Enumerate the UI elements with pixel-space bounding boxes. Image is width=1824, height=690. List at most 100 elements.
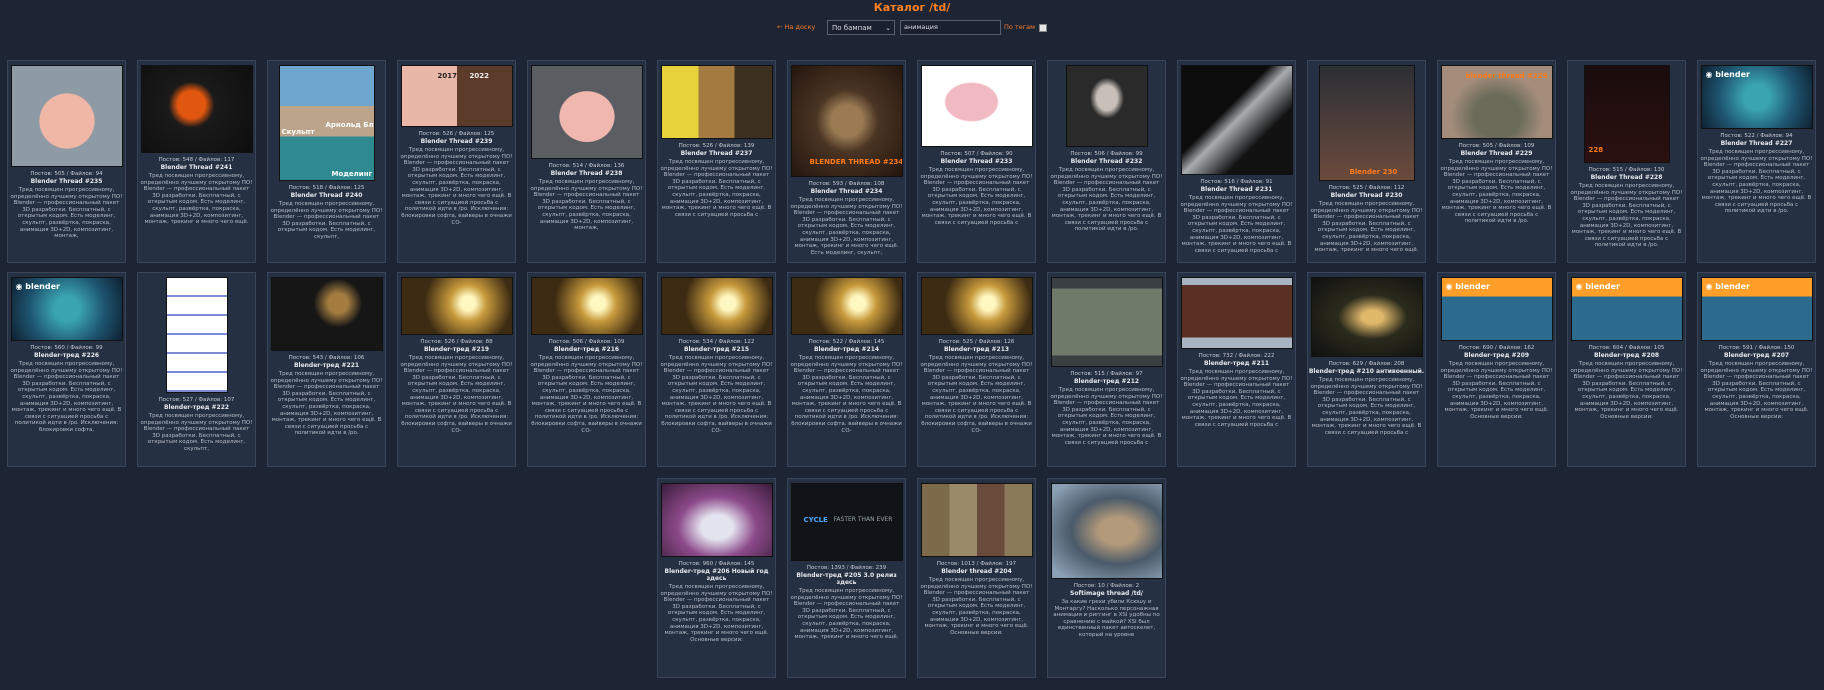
- thread-card[interactable]: Постов: 526 / Файлов: 88 Blender-тред #21…: [397, 272, 516, 467]
- thread-thumbnail[interactable]: [1310, 277, 1423, 357]
- thread-thumbnail[interactable]: [400, 277, 513, 335]
- thread-subject[interactable]: Blender thread #204: [918, 568, 1035, 575]
- thread-thumbnail[interactable]: blender thread #229: [1440, 65, 1553, 139]
- thread-subject[interactable]: Blender Thread #235: [8, 178, 125, 185]
- thread-thumbnail[interactable]: 228: [1583, 65, 1670, 163]
- thread-subject[interactable]: Blender Thread #238: [528, 170, 645, 177]
- thread-card[interactable]: CYCLE FASTER THAN EVER Постов: 1393 / Файл…: [787, 478, 906, 678]
- thread-card[interactable]: Постов: 505 / Файлов: 94 Blender Thread #…: [7, 60, 126, 263]
- thread-thumbnail[interactable]: [920, 277, 1033, 335]
- thread-thumbnail[interactable]: ◉ blender: [1700, 65, 1813, 129]
- thread-subject[interactable]: Blender-тред #210 антивоенный.: [1308, 368, 1425, 375]
- thread-card[interactable]: 228 Постов: 515 / Файлов: 130 Blender Thre…: [1567, 60, 1686, 263]
- thread-card[interactable]: Постов: 522 / Файлов: 145 Blender-тред #2…: [787, 272, 906, 467]
- thread-thumbnail[interactable]: [920, 65, 1033, 147]
- thread-subject[interactable]: Softimage thread /td/: [1048, 590, 1165, 597]
- thread-thumbnail[interactable]: [1050, 483, 1163, 579]
- thread-thumbnail[interactable]: [1065, 65, 1148, 147]
- thread-thumbnail[interactable]: CYCLE FASTER THAN EVER: [790, 483, 903, 561]
- thread-thumbnail[interactable]: ◉ blender: [10, 277, 123, 341]
- thread-subject[interactable]: Blender-тред #226: [8, 352, 125, 359]
- thread-subject[interactable]: Blender Thread #237: [658, 150, 775, 157]
- thread-subject[interactable]: Blender-тред #211: [1178, 360, 1295, 367]
- thread-subject[interactable]: Blender Thread #234: [788, 188, 905, 195]
- thread-subject[interactable]: Blender-тред #207: [1698, 352, 1815, 359]
- thread-thumbnail[interactable]: [790, 277, 903, 335]
- thread-thumbnail[interactable]: [10, 65, 123, 167]
- thread-card[interactable]: Постов: 10 / Файлов: 2 Softimage thread /…: [1047, 478, 1166, 678]
- thread-subject[interactable]: Blender Thread #229: [1438, 150, 1555, 157]
- thread-thumbnail[interactable]: BLENDER THREAD #234: [790, 65, 903, 177]
- thread-card[interactable]: ◉ blender Постов: 522 / Файлов: 94 Blender…: [1697, 60, 1816, 263]
- thread-card[interactable]: Постов: 514 / Файлов: 136 Blender Thread …: [527, 60, 646, 263]
- thread-card[interactable]: Постов: 1013 / Файлов: 197 Blender thread…: [917, 478, 1036, 678]
- thread-card[interactable]: 2017 2022 Постов: 526 / Файлов: 125 Blender…: [397, 60, 516, 263]
- tags-checkbox[interactable]: [1039, 24, 1047, 32]
- thread-thumbnail[interactable]: [1050, 277, 1163, 367]
- thread-thumbnail[interactable]: [530, 277, 643, 335]
- thread-subject[interactable]: Blender Thread #228: [1568, 174, 1685, 181]
- thread-card[interactable]: Скульпт Арнольд Блендер Моделинг Постов: 51…: [267, 60, 386, 263]
- thread-thumbnail[interactable]: [660, 277, 773, 335]
- thread-thumbnail[interactable]: [165, 277, 228, 393]
- thread-card[interactable]: ◉ blender Постов: 690 / Файлов: 162 Blende…: [1437, 272, 1556, 467]
- thread-subject[interactable]: Blender-тред #222: [138, 404, 255, 411]
- thread-card[interactable]: ◉ blender Постов: 604 / Файлов: 105 Blende…: [1567, 272, 1686, 467]
- thread-card[interactable]: Постов: 525 / Файлов: 126 Blender-тред #2…: [917, 272, 1036, 467]
- thread-card[interactable]: Постов: 534 / Файлов: 122 Blender-тред #2…: [657, 272, 776, 467]
- thread-thumbnail[interactable]: Blender 230: [1318, 65, 1415, 181]
- thread-thumbnail[interactable]: Скульпт Арнольд Блендер Моделинг: [278, 65, 375, 181]
- thread-card[interactable]: Постов: 732 / Файлов: 222 Blender-тред #2…: [1177, 272, 1296, 467]
- thread-subject[interactable]: Blender-тред #216: [528, 346, 645, 353]
- search-input[interactable]: анимация: [900, 20, 1001, 35]
- thread-subject[interactable]: Blender Thread #230: [1308, 192, 1425, 199]
- thread-subject[interactable]: Blender Thread #240: [268, 192, 385, 199]
- thread-thumbnail[interactable]: ◉ blender: [1570, 277, 1683, 341]
- thread-card[interactable]: Постов: 960 / Файлов: 145 Blender-тред #2…: [657, 478, 776, 678]
- thread-subject[interactable]: Blender-тред #212: [1048, 378, 1165, 385]
- thread-card[interactable]: Постов: 548 / Файлов: 117 Blender Thread …: [137, 60, 256, 263]
- thread-subject[interactable]: Blender-тред #214: [788, 346, 905, 353]
- thread-card[interactable]: Постов: 526 / Файлов: 139 Blender Thread …: [657, 60, 776, 263]
- thread-thumbnail[interactable]: [1180, 277, 1293, 349]
- thread-subject[interactable]: Blender Thread #239: [398, 138, 515, 145]
- thread-subject[interactable]: Blender-тред #219: [398, 346, 515, 353]
- thread-subject[interactable]: Blender Thread #241: [138, 164, 255, 171]
- sort-select[interactable]: По бампам ⌄: [827, 20, 895, 35]
- thread-subject[interactable]: Blender-тред #221: [268, 362, 385, 369]
- back-to-board-link[interactable]: ← На доску: [777, 23, 815, 31]
- thread-thumbnail[interactable]: [660, 483, 773, 557]
- thread-thumbnail[interactable]: [660, 65, 773, 139]
- thread-card[interactable]: BLENDER THREAD #234 Постов: 593 / Файлов:…: [787, 60, 906, 263]
- thread-subject[interactable]: Blender Thread #233: [918, 158, 1035, 165]
- thread-card[interactable]: Постов: 506 / Файлов: 109 Blender-тред #2…: [527, 272, 646, 467]
- thread-card[interactable]: Постов: 507 / Файлов: 90 Blender Thread #…: [917, 60, 1036, 263]
- thread-thumbnail[interactable]: [270, 277, 383, 351]
- thread-thumbnail[interactable]: [140, 65, 253, 153]
- thread-subject[interactable]: Blender-тред #213: [918, 346, 1035, 353]
- thread-subject[interactable]: Blender-тред #209: [1438, 352, 1555, 359]
- thread-card[interactable]: Постов: 629 / Файлов: 208 Blender-тред #2…: [1307, 272, 1426, 467]
- thread-card[interactable]: Постов: 506 / Файлов: 99 Blender Thread #…: [1047, 60, 1166, 263]
- thread-thumbnail[interactable]: 2017 2022: [400, 65, 513, 127]
- thread-thumbnail[interactable]: ◉ blender: [1700, 277, 1813, 341]
- thread-card[interactable]: Blender 230 Постов: 525 / Файлов: 112 Blen…: [1307, 60, 1426, 263]
- thread-card[interactable]: ◉ blender Постов: 560 / Файлов: 99 Blender…: [7, 272, 126, 467]
- thread-card[interactable]: Постов: 543 / Файлов: 106 Blender-тред #2…: [267, 272, 386, 467]
- thread-subject[interactable]: Blender Thread #227: [1698, 140, 1815, 147]
- thread-card[interactable]: ◉ blender Постов: 591 / Файлов: 150 Blende…: [1697, 272, 1816, 467]
- thread-card[interactable]: blender thread #229 Постов: 505 / Файлов:…: [1437, 60, 1556, 263]
- thread-thumbnail[interactable]: [530, 65, 643, 159]
- thread-subject[interactable]: Blender Thread #231: [1178, 186, 1295, 193]
- thread-card[interactable]: Постов: 516 / Файлов: 91 Blender Thread #…: [1177, 60, 1296, 263]
- thread-subject[interactable]: Blender-тред #208: [1568, 352, 1685, 359]
- thread-thumbnail[interactable]: [1180, 65, 1293, 175]
- thread-subject[interactable]: Blender-тред #205 3.0 релиз здесь: [788, 572, 905, 586]
- thread-thumbnail[interactable]: ◉ blender: [1440, 277, 1553, 341]
- thread-card[interactable]: Постов: 527 / Файлов: 107 Blender-тред #2…: [137, 272, 256, 467]
- thread-subject[interactable]: Blender-тред #206 Новый год здесь: [658, 568, 775, 582]
- thread-subject[interactable]: Blender Thread #232: [1048, 158, 1165, 165]
- thread-card[interactable]: Постов: 515 / Файлов: 97 Blender-тред #21…: [1047, 272, 1166, 467]
- thread-thumbnail[interactable]: [920, 483, 1033, 557]
- thread-subject[interactable]: Blender-тред #215: [658, 346, 775, 353]
